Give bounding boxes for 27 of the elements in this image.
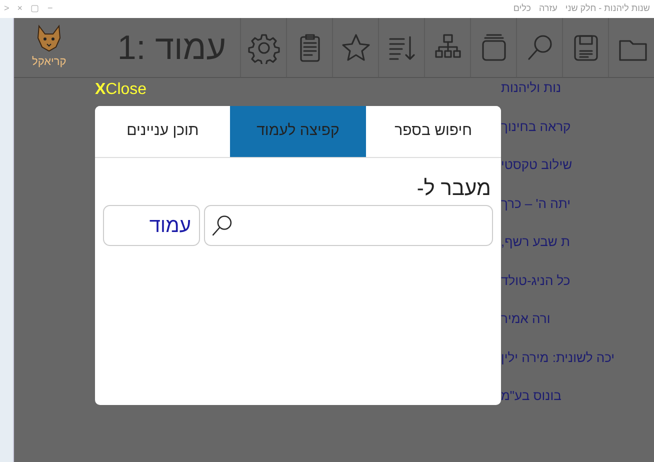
chapter-link[interactable]: קראה בחינוך <box>501 116 571 136</box>
chapter-link[interactable]: נות וליהנות <box>501 78 562 98</box>
chapter-link[interactable]: יתה ה' – כרך <box>501 194 570 213</box>
unit-dropdown[interactable]: עמוד <box>103 205 200 246</box>
gear-icon[interactable] <box>248 32 280 64</box>
chapter-link[interactable]: ת שבע רשף, <box>501 232 570 252</box>
menu-item[interactable]: עזרה <box>538 2 558 16</box>
window-control-button[interactable]: ▢ <box>30 2 40 16</box>
chapter-link[interactable]: בונוס בע"מ <box>501 386 562 406</box>
close-button[interactable]: XClose <box>95 82 147 98</box>
window-title: שנות ליהנות - חלק שני <box>565 2 650 16</box>
window-control-button[interactable]: − <box>48 2 53 16</box>
chapter-link[interactable]: יכה לשונית: מירה ילין <box>501 348 615 367</box>
page-indicator: עמוד :1 <box>116 30 227 64</box>
star-icon[interactable] <box>340 32 372 64</box>
search-field[interactable] <box>204 205 493 246</box>
dialog-tab[interactable]: חיפוש בספר <box>366 106 501 158</box>
chapter-link[interactable]: שילוב טקסטי <box>501 155 572 174</box>
menu-item[interactable]: כלים <box>513 2 531 16</box>
chapter-link[interactable]: ורה אמיר <box>501 309 550 328</box>
dialog-tab[interactable]: קפיצה לעמוד <box>230 106 366 158</box>
dialog-tab[interactable]: תוכן עניינים <box>95 106 230 158</box>
logo-text: קריאקל <box>32 55 66 70</box>
window-control-button[interactable]: × <box>17 2 23 16</box>
dialog-heading: מעבר ל- <box>416 176 492 202</box>
chapter-link[interactable]: כל הניג-טולד <box>501 270 570 290</box>
window-control-button[interactable]: > <box>4 2 10 16</box>
